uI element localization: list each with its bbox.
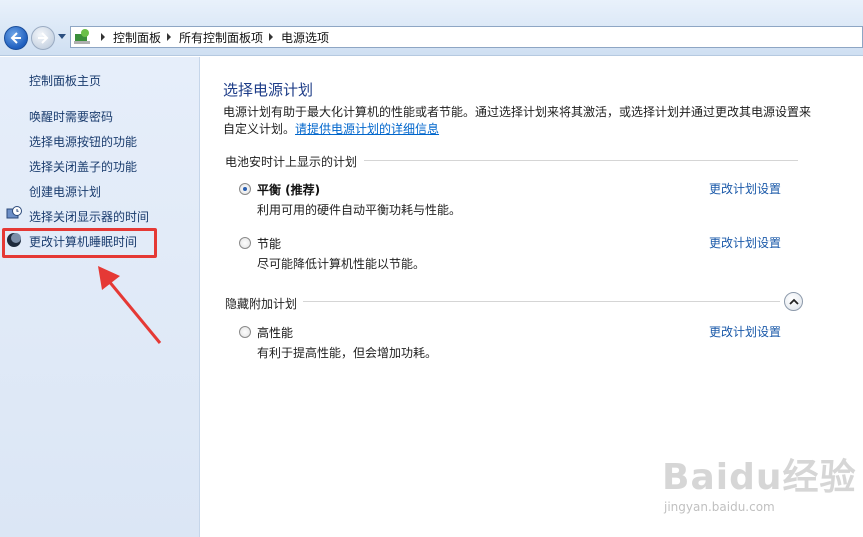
plan-name-balanced[interactable]: 平衡 (推荐): [257, 181, 320, 198]
back-button[interactable]: [4, 26, 28, 50]
collapse-button[interactable]: [784, 292, 803, 311]
plan-radio-high-performance[interactable]: [239, 326, 251, 338]
breadcrumb-all-items[interactable]: 所有控制面板项: [179, 29, 263, 46]
control-panel-home-link[interactable]: 控制面板主页: [29, 72, 101, 89]
power-button-link[interactable]: 选择电源按钮的功能: [29, 133, 137, 150]
breadcrumb-power-options[interactable]: 电源选项: [281, 29, 329, 46]
breadcrumb-separator: [101, 33, 105, 41]
address-toolbar: 控制面板 所有控制面板项 电源选项: [0, 0, 863, 56]
plan-radio-balanced[interactable]: [239, 183, 251, 195]
group-label-hidden: 隐藏附加计划: [225, 297, 298, 311]
control-panel-icon: [73, 27, 95, 47]
watermark-logo-text: Baidu经验: [662, 457, 857, 498]
plan-name-high-performance[interactable]: 高性能: [257, 324, 293, 341]
group-label-battery: 电池安时计上显示的计划: [225, 155, 358, 169]
plan-radio-power-saver[interactable]: [239, 237, 251, 249]
forward-arrow-icon: [38, 32, 49, 44]
address-bar[interactable]: 控制面板 所有控制面板项 电源选项: [70, 26, 863, 48]
power-options-window: 控制面板 所有控制面板项 电源选项 控制面板主页 唤醒时需要密码 选择电源按钮的…: [0, 0, 863, 537]
recent-pages-dropdown[interactable]: [58, 34, 66, 39]
highlight-annotation: [2, 228, 157, 258]
plan-desc-power-saver: 尽可能降低计算机性能以节能。: [257, 257, 426, 271]
monitor-clock-icon: [6, 206, 22, 219]
watermark-url: jingyan.baidu.com: [664, 500, 775, 514]
baidu-watermark: Baidu经验 jingyan.baidu.com: [660, 448, 860, 528]
back-arrow-icon: [10, 32, 21, 44]
breadcrumb-separator: [167, 33, 172, 41]
wake-password-link[interactable]: 唤醒时需要密码: [29, 108, 113, 125]
plan-desc-high-performance: 有利于提高性能，但会增加功耗。: [257, 346, 438, 360]
breadcrumb-separator: [269, 33, 274, 41]
plan-details-link[interactable]: 请提供电源计划的详细信息: [295, 122, 439, 136]
group-divider: [303, 301, 780, 302]
lid-close-link[interactable]: 选择关闭盖子的功能: [29, 158, 137, 175]
display-off-time-link[interactable]: 选择关闭显示器的时间: [29, 208, 149, 225]
forward-button[interactable]: [31, 26, 55, 50]
plan-desc-balanced: 利用可用的硬件自动平衡功耗与性能。: [257, 203, 462, 217]
change-plan-settings-power-saver[interactable]: 更改计划设置: [709, 234, 781, 251]
change-plan-settings-high-performance[interactable]: 更改计划设置: [709, 323, 781, 340]
page-title: 选择电源计划: [223, 81, 314, 99]
chevron-up-icon: [789, 298, 799, 305]
create-plan-link[interactable]: 创建电源计划: [29, 183, 101, 200]
group-divider: [364, 160, 798, 161]
annotation-arrow: [98, 266, 162, 344]
plan-name-power-saver[interactable]: 节能: [257, 235, 281, 252]
change-plan-settings-balanced[interactable]: 更改计划设置: [709, 180, 781, 197]
breadcrumb-control-panel[interactable]: 控制面板: [113, 29, 161, 46]
intro-text: 电源计划有助于最大化计算机的性能或者节能。通过选择计划来将其激活，或选择计划并通…: [223, 105, 812, 136]
